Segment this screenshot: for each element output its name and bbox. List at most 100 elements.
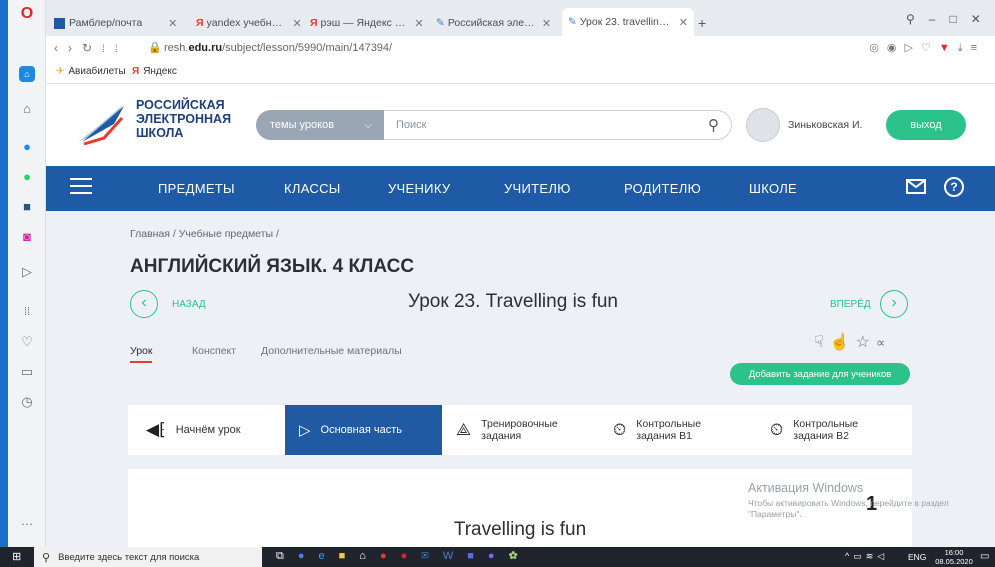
search-input[interactable]: Поиск ⚲ — [384, 110, 732, 140]
opera-logo-icon[interactable]: O — [17, 4, 37, 24]
tab-lesson-active[interactable]: ✎ Урок 23. travelling is fun - ✕ — [562, 8, 694, 36]
volume-icon[interactable]: ◁ — [877, 551, 888, 561]
notifications-icon[interactable]: ▭ — [980, 551, 989, 562]
step-control-b2[interactable]: ⏲ Контрольные задания В2 — [756, 405, 912, 455]
minimize-icon[interactable]: – — [929, 12, 950, 26]
cortana-icon[interactable]: ● — [298, 550, 319, 562]
nav-parent[interactable]: РОДИТЕЛЮ — [624, 181, 701, 196]
grid-icon[interactable]: ⁞⁞ — [102, 44, 128, 55]
avatar[interactable] — [746, 108, 780, 142]
vk-icon[interactable]: ■ — [17, 196, 37, 216]
close-icon[interactable]: ✕ — [542, 17, 551, 30]
nav-student[interactable]: УЧЕНИКУ — [388, 181, 450, 196]
topics-select[interactable]: темы уроков ⌵ — [256, 110, 384, 140]
tab-resh[interactable]: ✎ Российская электронная ✕ — [436, 12, 556, 34]
breadcrumb[interactable]: Главная / Учебные предметы / — [130, 228, 279, 240]
search-icon[interactable]: ⚲ — [708, 116, 719, 134]
nav-teacher[interactable]: УЧИТЕЛЮ — [504, 181, 571, 196]
step-training[interactable]: ⟁ Тренировочные задания — [442, 405, 599, 455]
close-icon[interactable]: ✕ — [415, 17, 424, 30]
instagram-icon[interactable]: ◙ — [17, 226, 37, 246]
heart-icon[interactable]: ♡ — [17, 332, 37, 352]
nav-subjects[interactable]: ПРЕДМЕТЫ — [158, 181, 235, 196]
menu-icon[interactable]: ≡ — [971, 42, 985, 54]
add-task-button[interactable]: Добавить задание для учеников — [730, 363, 910, 385]
tab-extra-materials[interactable]: Дополнительные материалы — [261, 345, 402, 357]
bookmark-avia[interactable]: ✈ Авиабилеты — [56, 66, 126, 77]
opera-icon[interactable]: ● — [401, 550, 422, 562]
share-icon[interactable]: ∝ — [876, 335, 891, 350]
forward-arrow-icon[interactable]: › — [880, 290, 908, 318]
home-icon[interactable]: ⌂ — [19, 66, 35, 82]
user-name[interactable]: Зиньковская И. — [788, 119, 862, 131]
store-icon[interactable]: ⌂ — [359, 550, 380, 562]
back-button[interactable]: НАЗАД — [172, 299, 206, 310]
language-indicator[interactable]: ENG — [908, 552, 926, 562]
logout-button[interactable]: выход — [886, 110, 966, 140]
edge-icon[interactable]: e — [319, 550, 339, 562]
player-icon[interactable]: ▷ — [904, 42, 920, 54]
heart-icon[interactable]: ♡ — [921, 42, 939, 54]
tab-rambler[interactable]: Рамблер/почта ✕ — [54, 12, 192, 34]
tab-summary[interactable]: Конспект — [192, 345, 236, 357]
hamburger-menu-icon[interactable] — [70, 178, 92, 194]
school-logo-icon[interactable] — [74, 98, 128, 148]
yandex-browser-icon[interactable]: ● — [380, 550, 401, 562]
task-view-icon[interactable]: ⧉ — [276, 550, 298, 562]
step-start[interactable]: ◀⁅ Начнём урок — [128, 405, 285, 455]
new-tab-button[interactable]: + — [698, 12, 706, 34]
whatsapp-icon[interactable]: ● — [17, 166, 37, 186]
tab-yandex-textbook[interactable]: Я yandex учебник — Яндекс ✕ — [196, 12, 306, 34]
history-icon[interactable]: ▭ — [17, 362, 37, 382]
forward-button[interactable]: ВПЕРЁД — [830, 299, 871, 310]
vpn-icon[interactable]: ◉ — [887, 42, 905, 54]
send-icon[interactable]: ▷ — [17, 262, 37, 282]
tab-label: Урок 23. travelling is fun - — [579, 16, 673, 28]
nav-classes[interactable]: КЛАССЫ — [284, 181, 341, 196]
clock-icon[interactable]: ◷ — [17, 392, 37, 412]
battery-icon[interactable]: ▭ — [853, 551, 866, 561]
tab-resh-search[interactable]: Я рэш — Яндекс нашлось ✕ — [310, 12, 430, 34]
camera-icon[interactable]: ◎ — [869, 42, 887, 54]
cart-icon[interactable]: ▼ — [939, 42, 958, 54]
back-arrow-icon[interactable]: ‹ — [130, 290, 158, 318]
speed-dial-icon[interactable]: ⌂ — [17, 98, 37, 118]
close-icon[interactable]: ✕ — [679, 16, 688, 29]
taskbar-search[interactable]: ⚲ Введите здесь текст для поиска — [34, 547, 262, 567]
back-icon[interactable]: ‹ — [54, 41, 68, 55]
search-tabs-icon[interactable]: ⚲ — [906, 12, 929, 26]
teams-icon[interactable]: ■ — [467, 550, 488, 562]
explorer-icon[interactable]: ■ — [339, 550, 360, 562]
clock[interactable]: 16:00 08.05.2020 — [934, 548, 974, 566]
mail-icon[interactable]: ✉ — [421, 550, 443, 562]
help-icon[interactable]: ? — [944, 177, 964, 197]
close-window-icon[interactable]: ✕ — [971, 12, 995, 26]
tab-lesson[interactable]: Урок — [130, 345, 153, 363]
step-label: Основная часть — [320, 424, 402, 436]
close-icon[interactable]: ✕ — [293, 17, 302, 30]
wifi-icon[interactable]: ≋ — [866, 551, 878, 561]
dislike-icon[interactable]: ☟ — [814, 334, 830, 351]
close-icon[interactable]: ✕ — [168, 17, 177, 30]
messenger-icon[interactable]: ● — [17, 136, 37, 156]
word-icon[interactable]: W — [443, 550, 467, 562]
url-field[interactable]: resh.edu.ru/subject/lesson/5990/main/147… — [164, 42, 392, 54]
like-icon[interactable]: ☝ — [830, 334, 856, 351]
viber-icon[interactable]: ● — [488, 550, 509, 562]
nav-school[interactable]: ШКОЛЕ — [749, 181, 797, 196]
windows-start-icon[interactable]: ⊞ — [12, 551, 24, 563]
paint-icon[interactable]: ✿ — [509, 550, 532, 562]
download-icon[interactable]: ⤓ — [958, 42, 971, 54]
more-icon[interactable]: … — [17, 510, 37, 530]
bookmark-yandex[interactable]: Я Яндекс — [132, 66, 177, 77]
forward-icon[interactable]: › — [68, 41, 82, 55]
reload-icon[interactable]: ↻ — [82, 41, 102, 55]
extensions-icon[interactable]: ⁞⁞ — [17, 302, 37, 322]
step-control-b1[interactable]: ⏲ Контрольные задания В1 — [599, 405, 756, 455]
tray-arrow-icon[interactable]: ^ — [845, 551, 853, 561]
school-logo-text[interactable]: РОССИЙСКАЯ ЭЛЕКТРОННАЯ ШКОЛА — [136, 98, 231, 140]
star-icon[interactable]: ☆ — [856, 334, 876, 351]
step-main-active[interactable]: ▷ Основная часть — [285, 405, 442, 455]
mail-icon[interactable] — [906, 179, 926, 194]
maximize-icon[interactable]: □ — [949, 12, 970, 26]
